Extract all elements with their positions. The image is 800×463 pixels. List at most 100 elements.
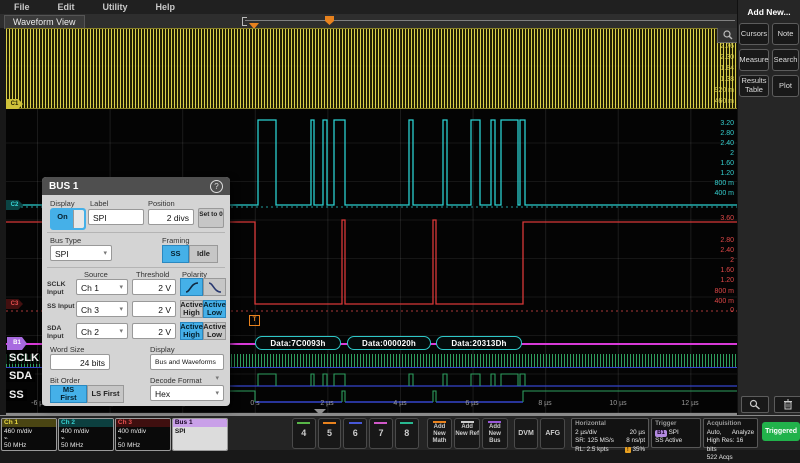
note-button[interactable]: Note [772, 23, 799, 45]
tab-waveform-view[interactable]: Waveform View [4, 15, 85, 29]
plot-button[interactable]: Plot [772, 75, 799, 97]
sda-polarity-segment: Active High Active Low [180, 322, 226, 340]
results-table-button[interactable]: Results Table [739, 75, 769, 97]
display-toggle[interactable]: On [50, 208, 86, 230]
decode-box-3[interactable]: Data:20313Dh [436, 336, 522, 350]
coupling-icon: ⌁ [61, 435, 111, 442]
record-window-bracket[interactable] [242, 17, 247, 26]
bus-type-dropdown[interactable]: SPI [50, 245, 112, 261]
decode-box-1[interactable]: Data:7C0093h [255, 336, 341, 350]
bus1-badge[interactable]: Bus 1 SPI [172, 418, 228, 451]
framing-segment: SS Idle [162, 245, 218, 263]
afg-button[interactable]: AFG [540, 418, 565, 449]
triggered-status-badge: Triggered [762, 422, 800, 441]
sda-threshold-input[interactable]: 2 V [132, 323, 176, 339]
horizontal-scale: 2 µs/div [575, 429, 597, 438]
menu-edit[interactable]: Edit [58, 2, 75, 12]
ch8-button[interactable]: 8 [395, 418, 419, 449]
framing-idle-button[interactable]: Idle [189, 245, 218, 263]
ch2-badge[interactable]: Ch 2 400 m/div ⌁ 50 MHz [58, 418, 114, 451]
trigger-point-marker[interactable]: T [249, 315, 260, 326]
sclk-source-dropdown[interactable]: Ch 1 [76, 279, 128, 295]
set-to-zero-button[interactable]: Set to 0 [198, 208, 224, 228]
sda-active-high-button[interactable]: Active High [180, 322, 203, 340]
menu-file[interactable]: File [14, 2, 30, 12]
time-tick: 8 µs [528, 400, 562, 407]
ss-threshold-input[interactable]: 2 V [132, 301, 176, 317]
ch2-scale-tick: 3.20 [700, 120, 734, 128]
ch1-bandwidth-value: 50 MHz [4, 442, 54, 449]
divider [47, 267, 225, 268]
magnifier-icon [749, 399, 761, 410]
ls-first-button[interactable]: LS First [87, 385, 124, 403]
ch2-bandwidth-value: 50 MHz [61, 442, 111, 449]
dialog-title: BUS 1 [49, 181, 78, 192]
bit-order-segment: MS First LS First [50, 385, 124, 403]
ch3-badge-title: Ch 3 [116, 419, 170, 427]
sclk-threshold-input[interactable]: 2 V [132, 279, 176, 295]
ch3-scale-tick: 0 [700, 307, 734, 315]
ch1-badge[interactable]: Ch 1 460 m/div ⌁ 50 MHz [1, 418, 57, 451]
position-input[interactable]: 2 divs [148, 209, 194, 225]
bus1-type-value: SPI [173, 427, 227, 451]
dvm-button[interactable]: DVM [514, 418, 539, 449]
add-new-bus-button[interactable]: Add New Bus [482, 418, 508, 449]
menu-utility[interactable]: Utility [103, 2, 128, 12]
record-trigger-marker-icon[interactable] [325, 16, 334, 25]
menu-help[interactable]: Help [156, 2, 176, 12]
ss-source-dropdown[interactable]: Ch 3 [76, 301, 128, 317]
framing-label: Framing [162, 236, 190, 245]
ch1-scale-tick: 1.38 [700, 76, 734, 84]
ch7-button[interactable]: 7 [369, 418, 393, 449]
ch1-scale-tick: 920 m [700, 87, 734, 95]
ch3-badge[interactable]: Ch 3 400 m/div ⌁ 50 MHz [115, 418, 171, 451]
tab-bar: Waveform View [0, 14, 738, 28]
ss-active-low-button[interactable]: Active Low [203, 300, 226, 318]
math-color-dash [433, 421, 446, 423]
add-new-math-button[interactable]: Add New Math [427, 418, 453, 449]
decode-format-dropdown[interactable]: Hex [150, 385, 224, 401]
bit-order-label: Bit Order [50, 376, 80, 385]
sda-active-low-button[interactable]: Active Low [203, 322, 226, 340]
label-input[interactable]: SPI [88, 209, 144, 225]
ss-polarity-segment: Active High Active Low [180, 300, 226, 318]
trash-button[interactable] [774, 396, 800, 413]
ch6-button[interactable]: 6 [343, 418, 367, 449]
ms-first-button[interactable]: MS First [50, 385, 87, 403]
ch3-scale-value: 400 m/div [118, 428, 168, 435]
add-new-ref-button[interactable]: Add New Ref [454, 418, 480, 449]
settings-bar: Ch 1 460 m/div ⌁ 50 MHz Ch 2 400 m/div ⌁… [0, 415, 800, 450]
framing-ss-button[interactable]: SS [162, 245, 189, 263]
horizontal-panel[interactable]: Horizontal 2 µs/div20 µs SR: 125 MS/s8 n… [571, 418, 649, 448]
ch4-button[interactable]: 4 [292, 418, 316, 449]
afg-label: AFG [545, 430, 560, 437]
trigger-title: Trigger [655, 420, 697, 429]
ch1-scale-tick: 1.84 [700, 65, 734, 73]
measure-button[interactable]: Measure [739, 49, 769, 71]
cursors-button[interactable]: Cursors [739, 23, 769, 45]
decode-box-2[interactable]: Data:000020h [347, 336, 431, 350]
zoom-overlay-button[interactable] [717, 28, 737, 43]
ch6-color-dash [349, 422, 362, 424]
zoom-mode-button[interactable] [741, 396, 769, 413]
bus1-config-dialog[interactable]: BUS 1 ? Display Label Position On SPI 2 … [42, 177, 230, 406]
acquisition-resolution: High Res: 16 bits [707, 437, 754, 454]
ch5-button[interactable]: 5 [318, 418, 342, 449]
help-icon[interactable]: ? [210, 180, 223, 193]
ch3-scale-tick: 400 m [700, 298, 734, 306]
ch3-scale-tick: 2.40 [700, 247, 734, 255]
word-size-input[interactable]: 24 bits [50, 354, 110, 370]
magnifier-icon [723, 30, 733, 40]
rising-edge-button[interactable] [180, 278, 203, 296]
record-overview-line [245, 20, 735, 21]
falling-edge-button[interactable] [203, 278, 226, 296]
sda-source-dropdown[interactable]: Ch 2 [76, 323, 128, 339]
search-button[interactable]: Search [772, 49, 799, 71]
acquisition-mode: Auto, [707, 429, 722, 438]
dialog-header[interactable]: BUS 1 ? [42, 177, 230, 195]
ss-active-high-button[interactable]: Active High [180, 300, 203, 318]
display-mode-dropdown[interactable]: Bus and Waveforms [150, 354, 224, 370]
drawer-handle-icon[interactable] [314, 409, 326, 415]
acquisition-panel[interactable]: Acquisition Auto,Analyze High Res: 16 bi… [703, 418, 758, 448]
trigger-panel[interactable]: Trigger B1 SPI SS Active [651, 418, 701, 448]
